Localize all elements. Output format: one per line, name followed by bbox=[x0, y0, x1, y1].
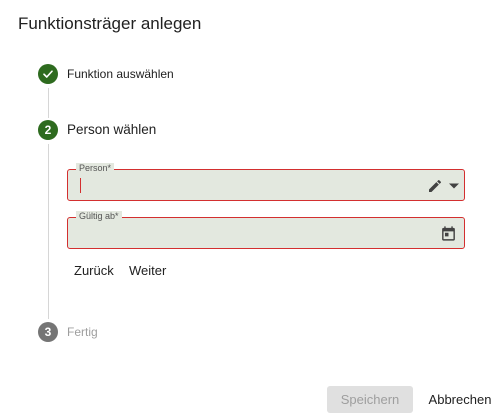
valid-from-input[interactable] bbox=[80, 225, 410, 241]
valid-from-field-label: Gültig ab* bbox=[76, 211, 122, 222]
step-2-number: 2 bbox=[38, 120, 58, 140]
step-3-label: Fertig bbox=[67, 325, 98, 339]
back-button[interactable]: Zurück bbox=[74, 263, 114, 278]
cancel-button[interactable]: Abbrechen bbox=[422, 386, 498, 413]
caret-down-icon[interactable] bbox=[447, 179, 461, 193]
step-1-label[interactable]: Funktion auswählen bbox=[67, 67, 174, 81]
stepper-connector bbox=[48, 144, 49, 319]
step-3-number: 3 bbox=[38, 322, 58, 342]
check-icon bbox=[43, 70, 53, 78]
save-button[interactable]: Speichern bbox=[327, 386, 413, 413]
dialog-title: Funktionsträger anlegen bbox=[18, 14, 202, 33]
create-officeholder-dialog: Funktionsträger anlegen Funktion auswähl… bbox=[0, 0, 502, 420]
person-input[interactable] bbox=[80, 177, 410, 193]
step-1-check-icon bbox=[38, 64, 58, 84]
person-field[interactable]: Person* bbox=[67, 163, 465, 201]
calendar-icon[interactable] bbox=[439, 224, 457, 242]
stepper-connector bbox=[48, 88, 49, 118]
step-2-label[interactable]: Person wählen bbox=[67, 122, 156, 137]
next-button[interactable]: Weiter bbox=[129, 263, 166, 278]
valid-from-field[interactable]: Gültig ab* bbox=[67, 211, 465, 249]
person-field-label: Person* bbox=[76, 163, 115, 174]
pencil-icon[interactable] bbox=[426, 177, 444, 195]
